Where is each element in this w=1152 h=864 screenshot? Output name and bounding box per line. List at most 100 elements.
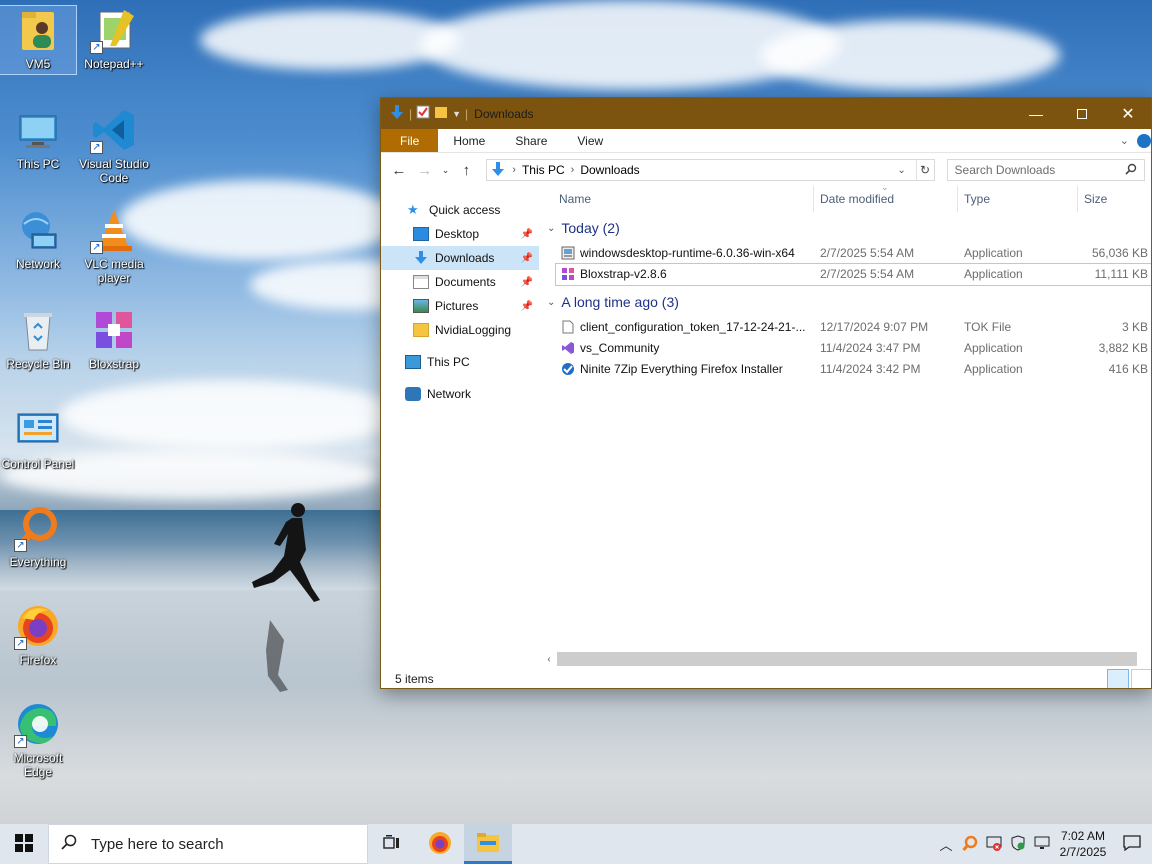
forward-button[interactable]: → — [413, 158, 437, 182]
window-title: Downloads — [474, 106, 534, 121]
item-count: 5 items — [395, 672, 434, 686]
nav-network[interactable]: Network — [381, 382, 539, 406]
taskbar-search-box[interactable]: Type here to search — [48, 824, 368, 864]
taskbar-firefox[interactable] — [416, 824, 464, 864]
column-header-type[interactable]: Type — [958, 186, 1078, 212]
file-row[interactable]: windowsdesktop-runtime-6.0.36-win-x64 2/… — [556, 243, 1151, 264]
desktop-icon-edge[interactable]: ↗ Microsoft Edge — [0, 700, 76, 779]
pictures-folder-icon — [413, 299, 429, 313]
group-header-long-time-ago[interactable]: ⌄ A long time ago (3) — [547, 294, 679, 310]
desktop-icon-label: VLC media player — [84, 257, 144, 285]
help-icon[interactable] — [1137, 133, 1151, 148]
file-explorer-icon — [476, 832, 500, 857]
column-headers: Name Date modified Type Size ⌄ — [541, 182, 1151, 212]
desktop-icon-this-pc[interactable]: This PC — [0, 106, 76, 171]
horizontal-scrollbar[interactable]: ‹ — [541, 651, 1151, 667]
windows-logo-icon — [15, 833, 33, 855]
nav-item-pictures[interactable]: Pictures 📌 — [381, 294, 539, 318]
file-size: 3,882 KB — [1098, 341, 1148, 355]
desktop-icon-label: Recycle Bin — [6, 357, 70, 371]
group-label: A long time ago (3) — [561, 294, 679, 310]
edge-icon: ↗ — [14, 700, 62, 748]
desktop-icon-bloxstrap[interactable]: Bloxstrap — [76, 306, 152, 371]
desktop-icon-control-panel[interactable]: Control Panel — [0, 406, 76, 471]
recent-locations-button[interactable]: ⌄ — [439, 158, 453, 182]
group-header-today[interactable]: ⌄ Today (2) — [547, 220, 620, 236]
large-icons-view-button[interactable] — [1131, 669, 1151, 688]
notifications-button[interactable] — [1112, 834, 1152, 854]
close-button[interactable]: ✕ — [1105, 98, 1151, 129]
task-view-button[interactable] — [368, 824, 416, 864]
desktop-icon-everything[interactable]: ↗ Everything — [0, 504, 76, 569]
group-label: Today (2) — [561, 220, 620, 236]
column-header-size[interactable]: Size — [1078, 186, 1151, 212]
pin-icon[interactable]: 📌 — [521, 277, 533, 288]
desktop-icon-firefox[interactable]: ↗ Firefox — [0, 602, 76, 667]
tray-display[interactable] — [1030, 824, 1054, 864]
column-header-name[interactable]: Name — [553, 186, 814, 212]
tray-security[interactable] — [1006, 824, 1030, 864]
file-row[interactable]: Ninite 7Zip Everything Firefox Installer… — [556, 359, 1151, 380]
file-row[interactable]: vs_Community 11/4/2024 3:47 PM Applicati… — [556, 338, 1151, 359]
expand-ribbon-icon[interactable]: ⌄ — [1120, 134, 1129, 147]
breadcrumb-downloads[interactable]: Downloads — [580, 163, 639, 177]
nav-item-downloads[interactable]: Downloads 📌 — [381, 246, 539, 270]
nav-item-desktop[interactable]: Desktop 📌 — [381, 222, 539, 246]
customize-toolbar-dropdown-icon[interactable]: ▼ — [452, 109, 461, 119]
nav-this-pc[interactable]: This PC — [381, 350, 539, 374]
firefox-icon — [428, 831, 452, 858]
maximize-button[interactable] — [1059, 98, 1105, 129]
nav-item-documents[interactable]: Documents 📌 — [381, 270, 539, 294]
search-input[interactable]: Search Downloads — [946, 159, 1145, 181]
clock[interactable]: 7:02 AM 2/7/2025 — [1054, 828, 1112, 860]
up-button[interactable]: ↑ — [454, 158, 478, 182]
taskbar-file-explorer[interactable] — [464, 824, 512, 864]
visual-studio-icon — [561, 341, 575, 355]
desktop-icon-recycle-bin[interactable]: Recycle Bin — [0, 306, 76, 371]
nav-quick-access[interactable]: ★ Quick access — [381, 198, 539, 222]
file-row[interactable]: client_configuration_token_17-12-24-21-.… — [556, 317, 1151, 338]
refresh-button[interactable]: ↻ — [915, 160, 934, 180]
pin-icon[interactable]: 📌 — [521, 301, 533, 312]
firefox-icon: ↗ — [14, 602, 62, 650]
search-icon — [1125, 163, 1137, 178]
tab-view[interactable]: View — [562, 129, 618, 152]
back-button[interactable]: ← — [387, 158, 411, 182]
tab-file[interactable]: File — [381, 129, 439, 152]
scroll-left-icon[interactable]: ‹ — [541, 654, 557, 665]
file-explorer-window[interactable]: | ▼ | Downloads — ✕ File Home Share View… — [380, 97, 1152, 689]
tray-network-status[interactable] — [982, 824, 1006, 864]
pin-icon[interactable]: 📌 — [521, 229, 533, 240]
desktop-icon-vscode[interactable]: ↗ Visual Studio Code — [76, 106, 152, 185]
details-view-button[interactable] — [1107, 669, 1129, 688]
file-type: Application — [964, 362, 1023, 376]
pin-icon[interactable]: 📌 — [521, 253, 533, 264]
file-date: 11/4/2024 3:47 PM — [820, 341, 921, 355]
minimize-button[interactable]: — — [1013, 98, 1059, 129]
desktop-icon-notepadpp[interactable]: ↗ Notepad++ — [76, 6, 152, 71]
scrollbar-thumb[interactable] — [557, 652, 1137, 666]
nav-label: Network — [427, 387, 472, 401]
tab-share[interactable]: Share — [500, 129, 562, 152]
desktop-icon-network[interactable]: Network — [0, 206, 76, 271]
desktop-icon-vm5[interactable]: VM5 — [0, 5, 77, 75]
nav-item-nvidialogging[interactable]: NvidiaLogging — [381, 318, 539, 342]
start-button[interactable] — [0, 824, 48, 864]
chevron-up-icon: ︿ — [939, 837, 953, 853]
shield-icon — [1010, 834, 1026, 854]
tray-everything[interactable] — [958, 824, 982, 864]
desktop-icon-vlc[interactable]: ↗ VLC media player — [76, 206, 152, 285]
file-row-selected[interactable]: Bloxstrap-v2.8.6 2/7/2025 5:54 AM Applic… — [555, 263, 1151, 286]
user-folder-icon — [14, 6, 62, 54]
properties-icon[interactable] — [416, 105, 430, 122]
tab-home[interactable]: Home — [438, 129, 500, 152]
network-icon — [405, 387, 421, 401]
breadcrumb-this-pc[interactable]: This PC — [522, 163, 565, 177]
window-titlebar[interactable]: | ▼ | Downloads — ✕ — [381, 98, 1151, 129]
nav-label: Downloads — [435, 251, 495, 265]
new-folder-icon[interactable] — [434, 105, 448, 122]
show-hidden-icons-button[interactable]: ︿ — [934, 824, 958, 864]
nav-label: NvidiaLogging — [435, 323, 512, 337]
address-dropdown-icon[interactable]: ⌄ — [894, 165, 910, 176]
address-bar[interactable]: › This PC › Downloads ⌄ ↻ — [486, 159, 935, 181]
